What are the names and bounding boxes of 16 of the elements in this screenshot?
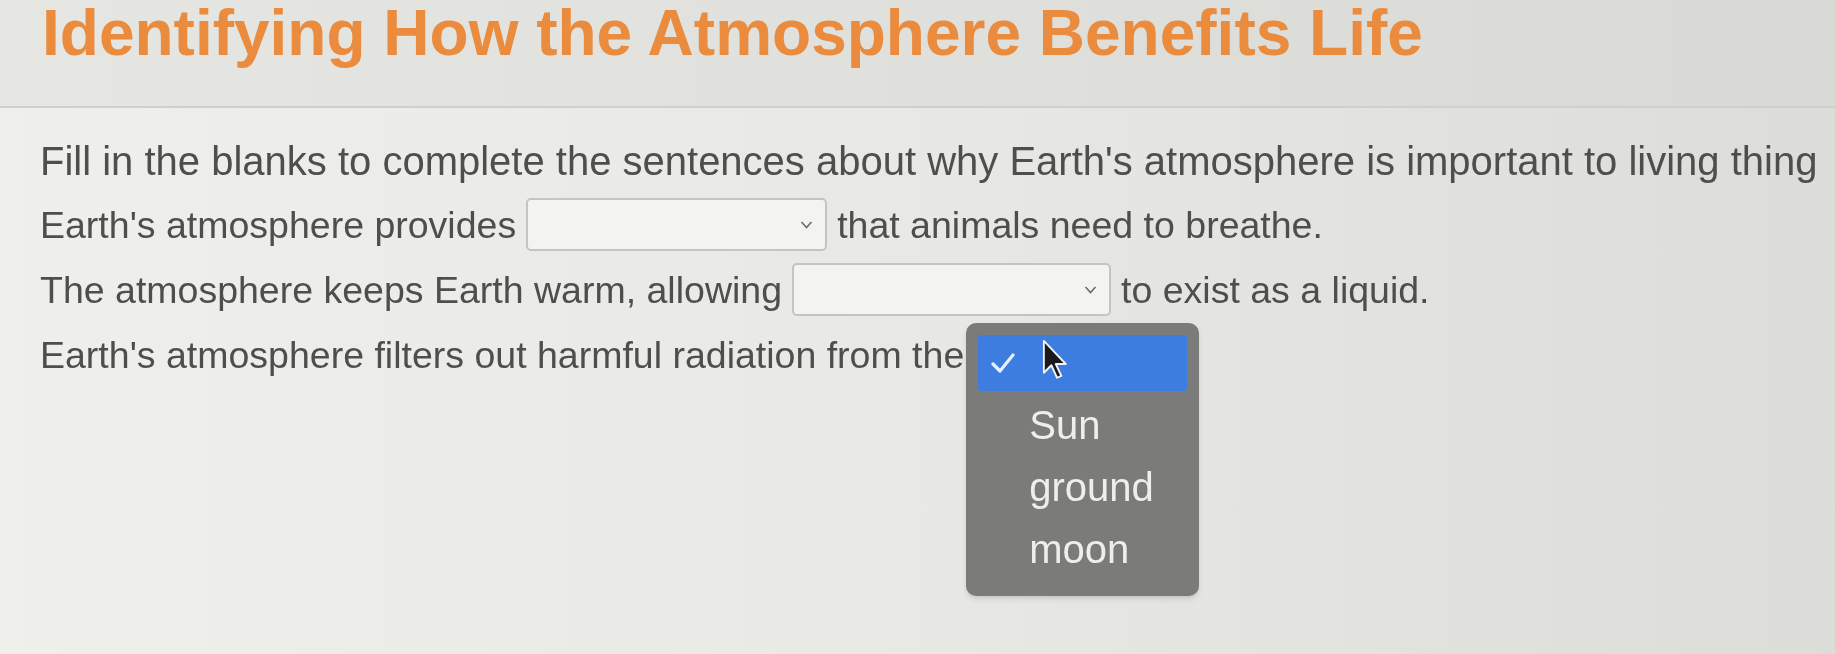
- sentence-text: that animals need to breathe.: [837, 202, 1323, 247]
- answer-dropdown[interactable]: [526, 198, 828, 251]
- sentence-text: to exist as a liquid.: [1121, 267, 1430, 312]
- answer-dropdown[interactable]: [792, 263, 1112, 316]
- dropdown-option[interactable]: [978, 335, 1188, 391]
- instructions-text: Fill in the blanks to complete the sentences about why Earth's atmosphere is important to living thing: [40, 138, 1818, 184]
- checkmark-icon: [991, 352, 1016, 374]
- dropdown-option[interactable]: ground: [978, 459, 1188, 515]
- sentence-text: Earth's atmosphere provides: [40, 202, 517, 247]
- sentence-text: Earth's atmosphere filters out harmful radiation from the: [40, 332, 965, 377]
- sentence-text: The atmosphere keeps Earth warm, allowing: [40, 267, 783, 312]
- dropdown-option[interactable]: Sun: [978, 397, 1188, 453]
- mouse-cursor-icon: [1042, 339, 1068, 379]
- dropdown-option[interactable]: moon: [978, 521, 1188, 577]
- chevron-down-icon: [800, 220, 814, 229]
- chevron-down-icon: [1084, 285, 1098, 294]
